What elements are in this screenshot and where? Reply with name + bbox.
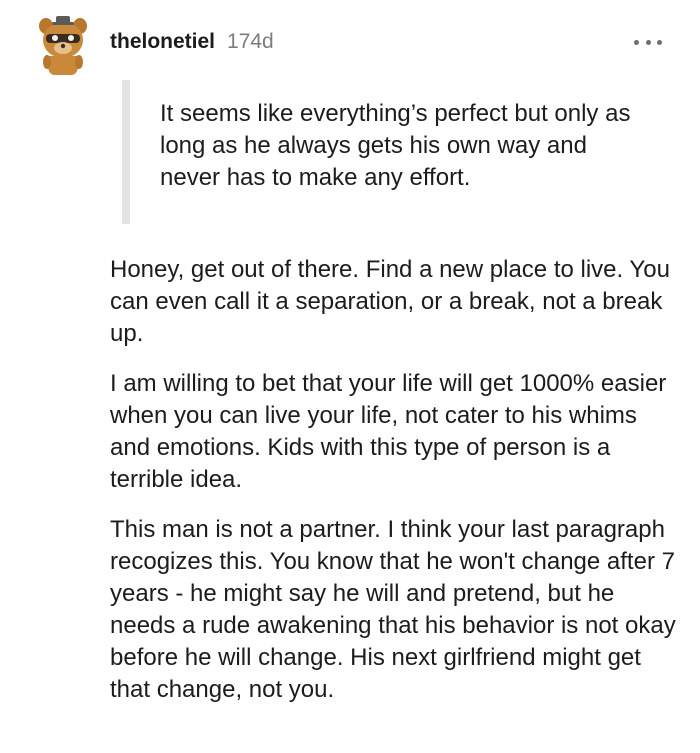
blockquote: It seems like everything’s perfect but o…: [122, 80, 662, 224]
dot: [634, 39, 639, 45]
comment-age: 174d: [227, 30, 274, 53]
paragraph: Honey, get out of there. Find a new plac…: [110, 256, 670, 347]
snoo-avatar-icon: [39, 16, 87, 75]
quote-text: It seems like everything’s perfect but o…: [160, 100, 631, 191]
dot: [645, 39, 651, 45]
comment-header: thelonetiel 174d: [110, 30, 274, 60]
username-link[interactable]: thelonetiel: [110, 30, 215, 54]
more-options-icon[interactable]: [634, 32, 662, 52]
comment: thelonetiel 174d It seems like everythin…: [0, 0, 700, 753]
comment-body: Honey, get out of there. Find a new plac…: [110, 254, 680, 724]
paragraph: This man is not a partner. I think your …: [110, 516, 676, 703]
paragraph: I am willing to bet that your life will …: [110, 370, 667, 493]
avatar[interactable]: [34, 12, 92, 76]
dot: [657, 39, 662, 45]
